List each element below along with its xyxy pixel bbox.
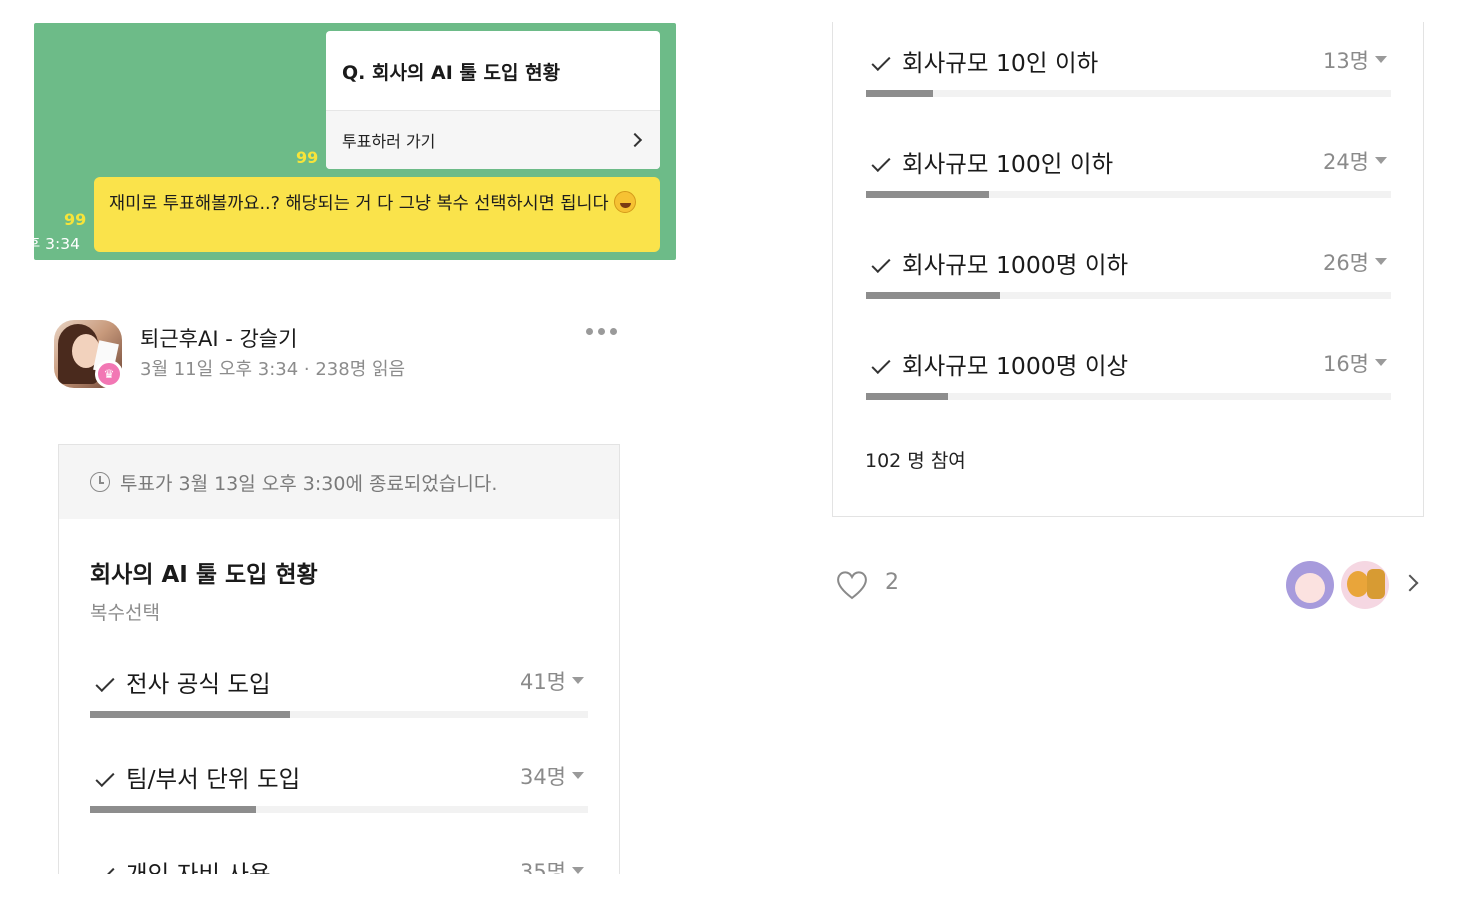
poll-option-count: 16명 [1322,352,1369,376]
chat-message-text: 재미로 투표해볼까요..? 해당되는 거 다 그냥 복수 선택하시면 됩니다 [109,194,609,214]
chevron-right-icon [627,132,643,148]
caret-down-icon[interactable] [1375,258,1387,265]
poll-option-count: 24명 [1322,150,1369,174]
poll-closed-text: 투표가 3월 13일 오후 3:30에 종료되었습니다. [120,472,498,495]
poll-title: 회사의 AI 툴 도입 현황 [90,562,318,588]
check-icon [871,152,891,173]
clock-icon [90,472,110,492]
like-count: 2 [885,570,899,595]
poll-option-count: 26명 [1322,251,1369,275]
poll-option[interactable]: 회사규모 10인 이하 13명 [866,44,1391,104]
poll-option[interactable]: 회사규모 100인 이하 24명 [866,145,1391,205]
heart-outline-icon[interactable] [834,567,870,603]
chat-screenshot: Q. 회사의 AI 툴 도입 현황 투표하러 가기 99 99 후 3:34 재… [34,23,676,260]
post-meta: 3월 11일 오후 3:34 · 238명 읽음 [140,359,406,380]
poll-card-vote-link[interactable]: 투표하러 가기 [326,111,660,169]
poll-option-bar [866,393,1391,400]
poll-option-count: 41명 [519,670,566,694]
chevron-right-icon[interactable] [1401,574,1419,592]
poll-option[interactable]: 전사 공식 도입 41명 [90,665,588,725]
more-options-icon[interactable] [586,328,617,335]
caret-down-icon[interactable] [1375,157,1387,164]
poll-option-label: 개인 자비 사용 [126,860,271,874]
check-icon [95,672,115,693]
poll-box: 투표가 3월 13일 오후 3:30에 종료되었습니다. 회사의 AI 툴 도입… [58,444,620,874]
caret-down-icon[interactable] [572,677,584,684]
poll-option-bar [90,711,588,718]
poll-option-label: 회사규모 10인 이하 [902,49,1099,77]
crown-icon: ♛ [95,360,123,388]
poll-card-vote-label: 투표하러 가기 [342,132,436,151]
poll-option-bar [866,90,1391,97]
chat-message-bubble: 재미로 투표해볼까요..? 해당되는 거 다 그냥 복수 선택하시면 됩니다 [94,177,660,252]
chat-poll-card[interactable]: Q. 회사의 AI 툴 도입 현황 투표하러 가기 [326,31,660,169]
poll-option-bar [866,292,1391,299]
participants-count: 102 명 참여 [865,450,966,472]
poll-option-label: 팀/부서 단위 도입 [126,765,301,793]
poll-option[interactable]: 팀/부서 단위 도입 34명 [90,760,588,820]
poll-option[interactable]: 회사규모 1000명 이하 26명 [866,246,1391,306]
poll-option[interactable]: 개인 자비 사용 35명 [90,855,588,874]
message-time: 후 3:34 [34,235,80,253]
poll-option-label: 회사규모 1000명 이하 [902,251,1129,279]
read-count: 99 [64,210,87,229]
check-icon [871,253,891,274]
poll-option[interactable]: 회사규모 1000명 이상 16명 [866,347,1391,407]
poll-option-count: 35명 [519,860,566,874]
poll-box-continued: 회사규모 10인 이하 13명 회사규모 100인 이하 24명 회사규모 10… [832,22,1424,517]
author-name[interactable]: 퇴근후AI - 강슬기 [140,323,297,353]
caret-down-icon[interactable] [572,772,584,779]
poll-card-question: Q. 회사의 AI 툴 도입 현황 [326,31,660,111]
poll-subtitle: 복수선택 [90,602,160,624]
check-icon [95,767,115,788]
check-icon [871,354,891,375]
poll-option-label: 전사 공식 도입 [126,670,271,698]
caret-down-icon[interactable] [572,867,584,874]
rolling-on-floor-laughing-icon [614,191,637,213]
caret-down-icon[interactable] [1375,359,1387,366]
caret-down-icon[interactable] [1375,56,1387,63]
reactor-avatar[interactable] [1286,561,1334,609]
poll-option-bar [90,806,588,813]
check-icon [871,51,891,72]
read-count: 99 [296,148,319,167]
poll-option-count: 13명 [1322,49,1369,73]
poll-option-label: 회사규모 100인 이하 [902,150,1114,178]
reactor-avatar[interactable] [1341,561,1389,609]
poll-closed-notice: 투표가 3월 13일 오후 3:30에 종료되었습니다. [59,445,619,519]
check-icon [95,862,115,874]
poll-option-count: 34명 [519,765,566,789]
poll-option-label: 회사규모 1000명 이상 [902,352,1129,380]
poll-option-bar [866,191,1391,198]
